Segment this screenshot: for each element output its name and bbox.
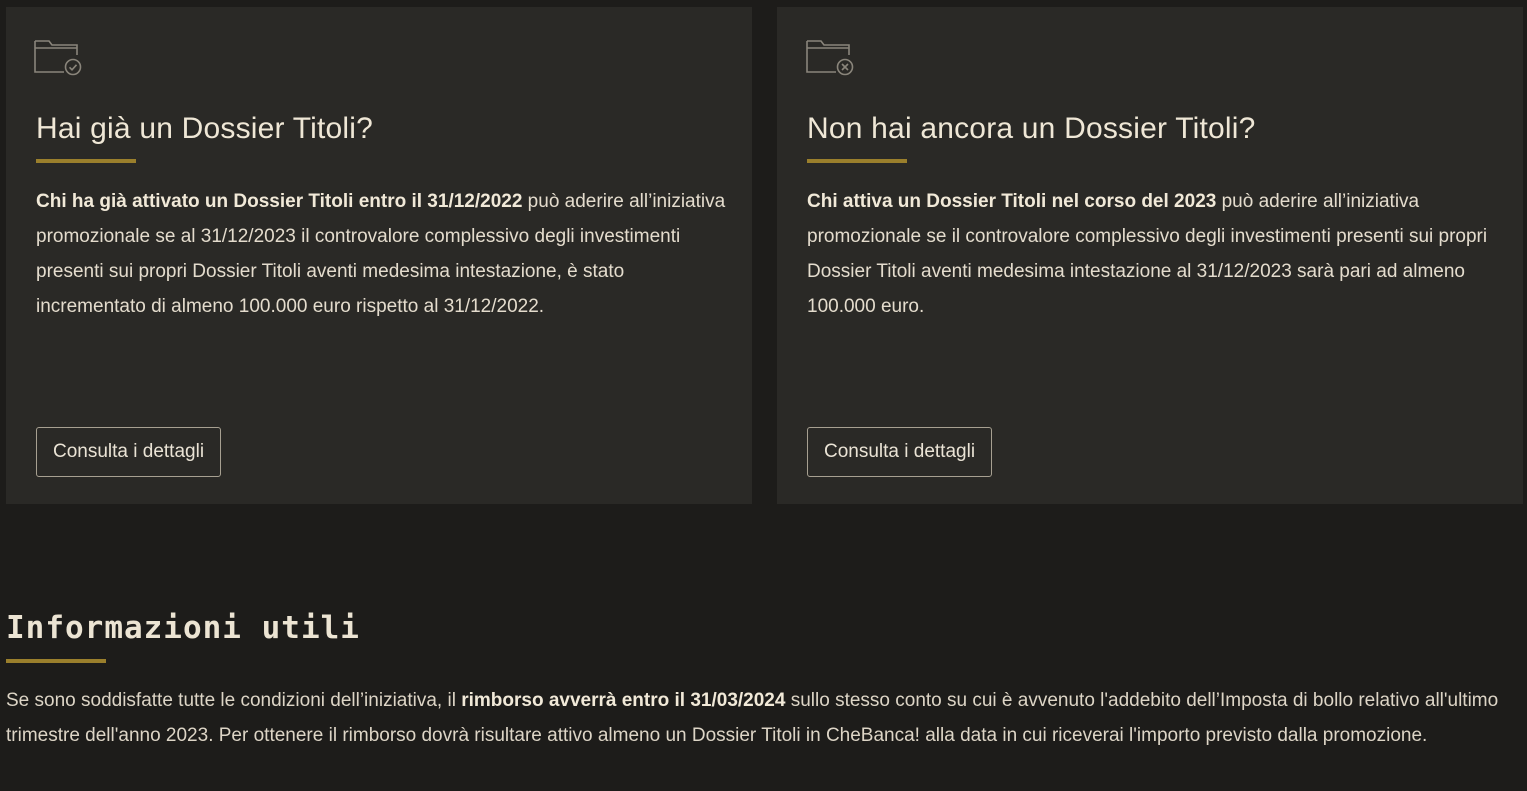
info-text-intro: Se sono soddisfatte tutte le condizioni … xyxy=(6,690,462,711)
card-description-highlight: Chi ha già attivato un Dossier Titoli en… xyxy=(36,191,523,212)
title-underline xyxy=(36,159,136,163)
dossier-cards: Hai già un Dossier Titoli? Chi ha già at… xyxy=(6,7,1523,504)
details-button[interactable]: Consulta i dettagli xyxy=(36,427,222,477)
card-description: Chi attiva un Dossier Titoli nel corso d… xyxy=(807,184,1497,324)
card-new-dossier: Non hai ancora un Dossier Titoli? Chi at… xyxy=(777,7,1523,504)
info-title-underline xyxy=(6,659,106,663)
card-title: Hai già un Dossier Titoli? xyxy=(36,112,374,145)
folder-check-icon xyxy=(34,40,82,76)
folder-x-icon xyxy=(806,40,854,76)
card-description: Chi ha già attivato un Dossier Titoli en… xyxy=(36,184,726,324)
info-section-title: Informazioni utili xyxy=(6,610,360,646)
card-title: Non hai ancora un Dossier Titoli? xyxy=(807,112,1256,145)
info-section-text: Se sono soddisfatte tutte le condizioni … xyxy=(6,683,1521,753)
info-text-highlight: rimborso avverrà entro il 31/03/2024 xyxy=(461,690,786,711)
card-description-highlight: Chi attiva un Dossier Titoli nel corso d… xyxy=(807,191,1217,212)
card-existing-dossier: Hai già un Dossier Titoli? Chi ha già at… xyxy=(6,7,752,504)
details-button[interactable]: Consulta i dettagli xyxy=(807,427,993,477)
title-underline xyxy=(807,159,907,163)
